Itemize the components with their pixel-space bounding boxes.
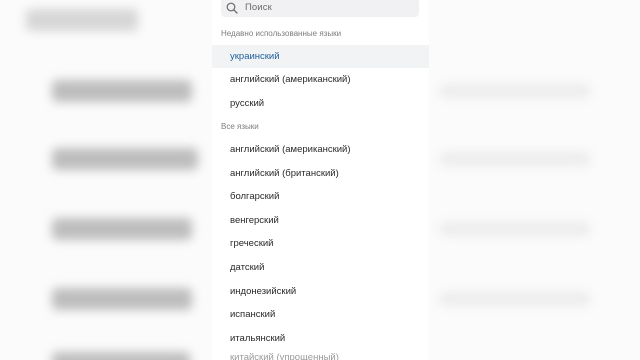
search-input[interactable]: Поиск [221, 0, 419, 17]
language-item-english-us-recent[interactable]: английский (американский) [212, 68, 429, 91]
language-item-indonesian[interactable]: индонезийский [212, 280, 429, 303]
language-item-english-uk[interactable]: английский (британский) [212, 162, 429, 185]
recent-languages-header: Недавно использованные языки [221, 29, 342, 38]
blurred-row [52, 352, 190, 360]
language-label: греческий [230, 238, 274, 249]
language-item-chinese-simplified[interactable]: китайский (упрощенный) [212, 346, 429, 360]
blurred-row [440, 222, 590, 236]
language-label: венгерский [230, 215, 279, 226]
language-item-english-us[interactable]: английский (американский) [212, 138, 429, 161]
blurred-row [440, 152, 590, 166]
language-item-spanish[interactable]: испанский [212, 303, 429, 326]
blurred-row [52, 148, 198, 170]
language-item-greek[interactable]: греческий [212, 232, 429, 255]
search-placeholder: Поиск [245, 2, 272, 13]
language-item-russian[interactable]: русский [212, 92, 429, 115]
language-label: испанский [230, 309, 276, 320]
search-icon [226, 2, 238, 14]
blurred-page-title [26, 9, 138, 31]
blurred-row [440, 84, 590, 98]
language-label: болгарский [230, 191, 280, 202]
language-label: китайский (упрощенный) [230, 352, 339, 360]
language-label: английский (британский) [230, 168, 339, 179]
language-label: итальянский [230, 333, 286, 344]
blurred-row [52, 218, 192, 240]
all-languages-header: Все языки [221, 122, 259, 131]
language-item-hungarian[interactable]: венгерский [212, 209, 429, 232]
language-label: английский (американский) [230, 74, 351, 85]
language-label: английский (американский) [230, 144, 351, 155]
language-label: датский [230, 262, 265, 273]
blurred-row [52, 80, 192, 102]
screen: Поиск Недавно использованные языки украи… [0, 0, 640, 360]
language-item-ukrainian[interactable]: украинский [212, 45, 429, 68]
language-label: индонезийский [230, 286, 297, 297]
language-item-bulgarian[interactable]: болгарский [212, 185, 429, 208]
blurred-row [52, 288, 192, 310]
language-picker-panel: Поиск Недавно использованные языки украи… [212, 0, 429, 360]
blurred-row [440, 292, 590, 306]
language-label: русский [230, 98, 265, 109]
language-item-danish[interactable]: датский [212, 256, 429, 279]
language-label: украинский [230, 51, 280, 62]
